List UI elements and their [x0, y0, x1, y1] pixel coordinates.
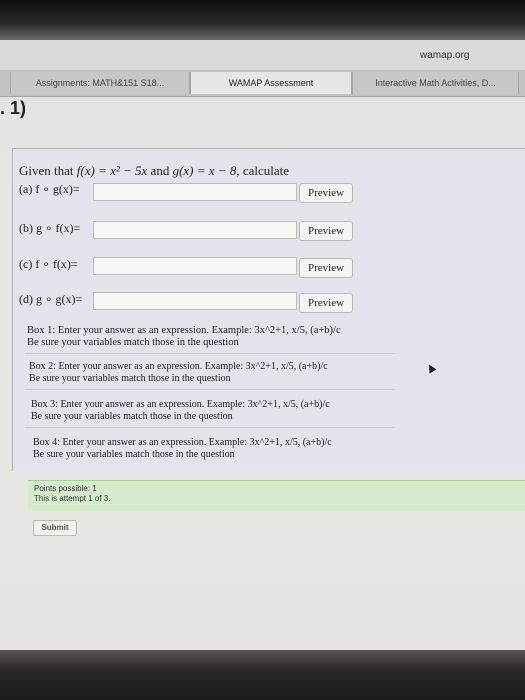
box-3-line-1: Box 3: Enter your answer as an expressio…	[31, 399, 330, 410]
part-a-label: (a) f ∘ g(x)=	[19, 182, 80, 196]
box-2-instruction: Box 2: Enter your answer as an expressio…	[29, 361, 328, 385]
prompt-suffix: , calculate	[236, 163, 290, 178]
question-panel: Given that f(x) = x² − 5x and g(x) = x −…	[12, 148, 525, 471]
monitor-bezel	[0, 650, 525, 700]
box-1-line-1: Box 1: Enter your answer as an expressio…	[27, 325, 341, 336]
tab-interactive-math[interactable]: Interactive Math Activities, D...	[352, 72, 519, 94]
box-4-instruction: Box 4: Enter your answer as an expressio…	[33, 437, 332, 461]
tab-wamap-assessment[interactable]: WAMAP Assessment	[190, 72, 352, 94]
box-3-instruction: Box 3: Enter your answer as an expressio…	[31, 399, 330, 423]
box-2-line-2: Be sure your variables match those in th…	[29, 373, 231, 384]
question-prompt: Given that f(x) = x² − 5x and g(x) = x −…	[19, 163, 289, 179]
submit-button[interactable]: Submit	[33, 520, 77, 536]
preview-button-a[interactable]: Preview	[299, 183, 353, 203]
screen-top-edge	[0, 0, 525, 40]
preview-button-d[interactable]: Preview	[299, 293, 353, 313]
preview-button-b[interactable]: Preview	[299, 221, 353, 241]
prompt-and: and	[147, 163, 173, 178]
box-2-line-1: Box 2: Enter your answer as an expressio…	[29, 361, 328, 372]
answer-input-d[interactable]	[93, 292, 297, 310]
screen: wamap.org Assignments: MATH&151 S18... W…	[0, 0, 525, 650]
box-3-line-2: Be sure your variables match those in th…	[31, 411, 233, 422]
instruction-divider	[25, 427, 395, 428]
box-4-line-1: Box 4: Enter your answer as an expressio…	[33, 437, 332, 448]
part-b-label: (b) g ∘ f(x)=	[19, 221, 81, 235]
answer-input-c[interactable]	[93, 257, 297, 275]
answer-input-a[interactable]	[93, 183, 297, 201]
box-1-line-2: Be sure your variables match those in th…	[27, 337, 239, 348]
url-text[interactable]: wamap.org	[420, 50, 469, 61]
attempt-count: This is attempt 1 of 3.	[34, 494, 111, 503]
instruction-divider	[25, 353, 395, 354]
prompt-prefix: Given that	[19, 163, 77, 178]
question-number: . 1)	[0, 98, 27, 118]
f-definition: f(x) = x² − 5x	[76, 163, 148, 178]
part-c-label: (c) f ∘ f(x)=	[19, 257, 78, 271]
points-status-bar: Points possible: 1 This is attempt 1 of …	[28, 480, 525, 511]
box-1-instruction: Box 1: Enter your answer as an expressio…	[27, 325, 341, 349]
g-definition: g(x) = x − 8	[172, 163, 237, 178]
part-d-label: (d) g ∘ g(x)=	[19, 292, 83, 306]
preview-button-c[interactable]: Preview	[299, 258, 353, 278]
instruction-divider	[25, 389, 395, 390]
box-4-line-2: Be sure your variables match those in th…	[33, 449, 235, 460]
points-possible: Points possible: 1	[34, 484, 97, 493]
answer-input-b[interactable]	[93, 221, 297, 239]
tab-assignments[interactable]: Assignments: MATH&151 S18...	[10, 72, 190, 94]
